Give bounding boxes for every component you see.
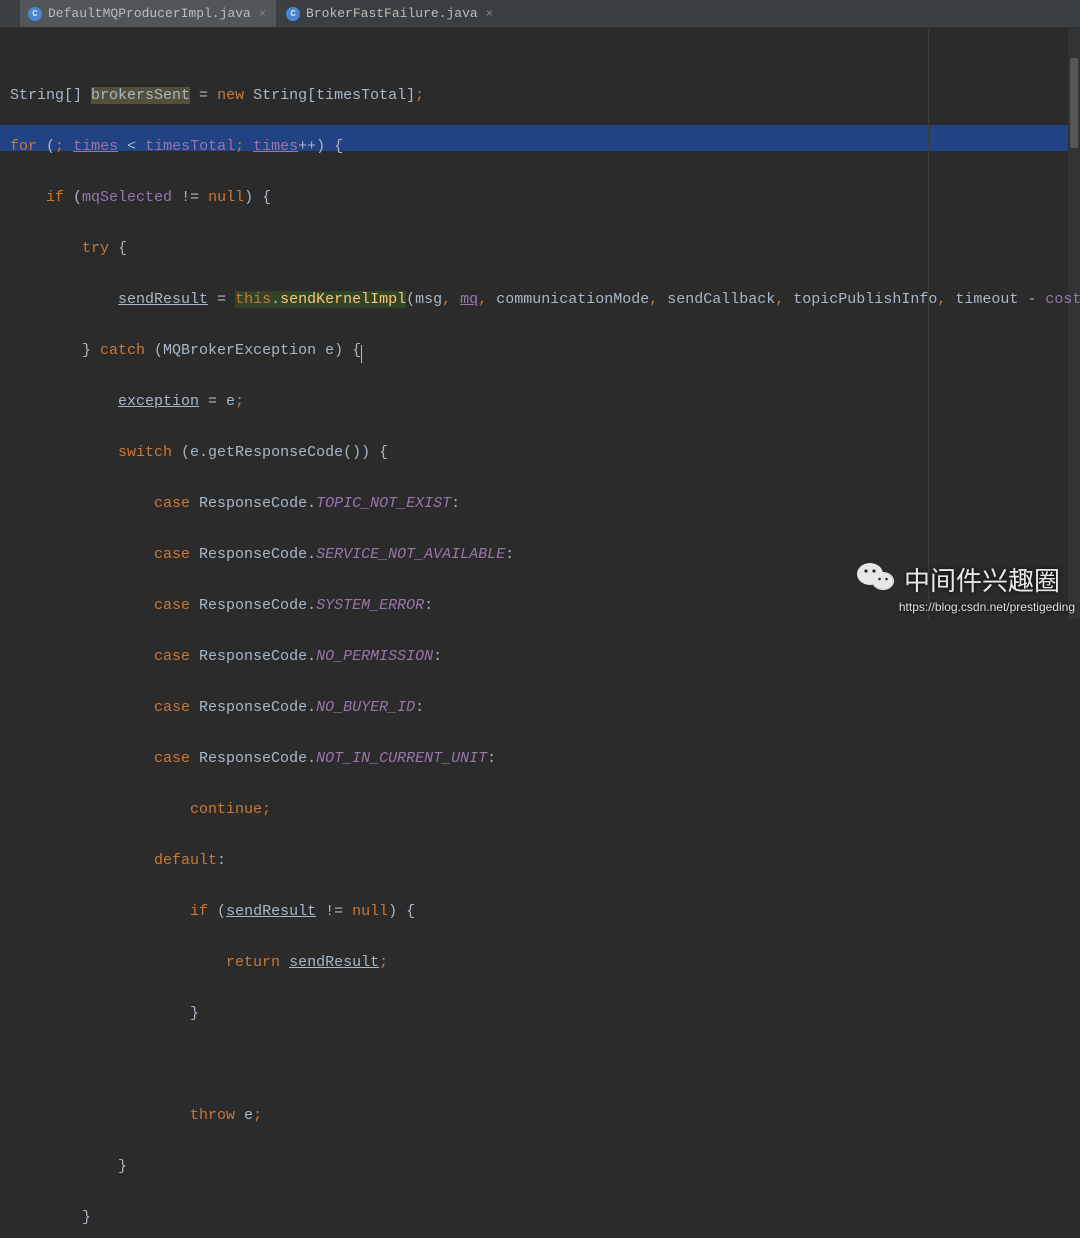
scrollbar-thumb[interactable]: [1070, 58, 1078, 148]
code-line: case ResponseCode.NO_BUYER_ID:: [10, 695, 1070, 721]
code-line: continue;: [10, 797, 1070, 823]
code-line: switch (e.getResponseCode()) {: [10, 440, 1070, 466]
code-editor[interactable]: String[] brokersSent = new String[timesT…: [0, 28, 1080, 1238]
code-line: case ResponseCode.NO_PERMISSION:: [10, 644, 1070, 670]
code-line: return sendResult;: [10, 950, 1070, 976]
code-line: throw e;: [10, 1103, 1070, 1129]
code-line: sendResult = this.sendKernelImpl(msg, mq…: [10, 287, 1070, 313]
tab-label: DefaultMQProducerImpl.java: [48, 6, 251, 21]
code-line: }: [10, 1001, 1070, 1027]
code-line: if (sendResult != null) {: [10, 899, 1070, 925]
code-line: for (; times < timesTotal; times++) {: [10, 134, 1070, 160]
editor-tabs: C DefaultMQProducerImpl.java × C BrokerF…: [0, 0, 1080, 28]
code-line: if (mqSelected != null) {: [10, 185, 1070, 211]
wechat-icon: [856, 560, 896, 599]
code-line: exception = e;: [10, 389, 1070, 415]
code-line: } catch (MQBrokerException e) {: [10, 338, 1070, 364]
code-line: case ResponseCode.TOPIC_NOT_EXIST:: [10, 491, 1070, 517]
code-line: }: [10, 1154, 1070, 1180]
code-line: default:: [10, 848, 1070, 874]
code-line: try {: [10, 236, 1070, 262]
watermark-url: https://blog.csdn.net/prestigeding: [899, 600, 1075, 614]
java-class-icon: C: [286, 7, 300, 21]
tab-default-producer[interactable]: C DefaultMQProducerImpl.java ×: [20, 0, 276, 27]
code-line: }: [10, 1205, 1070, 1231]
code-line: String[] brokersSent = new String[timesT…: [10, 83, 1070, 109]
code-line: [10, 1052, 1070, 1078]
java-class-icon: C: [28, 7, 42, 21]
watermark: 中间件兴趣圈: [856, 560, 1060, 599]
close-icon[interactable]: ×: [257, 7, 268, 21]
code-line: case ResponseCode.NOT_IN_CURRENT_UNIT:: [10, 746, 1070, 772]
watermark-text: 中间件兴趣圈: [904, 561, 1060, 598]
tab-broker-fast-failure[interactable]: C BrokerFastFailure.java ×: [278, 0, 503, 27]
close-icon[interactable]: ×: [484, 7, 495, 21]
code-content: String[] brokersSent = new String[timesT…: [10, 58, 1070, 1238]
tab-label: BrokerFastFailure.java: [306, 6, 478, 21]
